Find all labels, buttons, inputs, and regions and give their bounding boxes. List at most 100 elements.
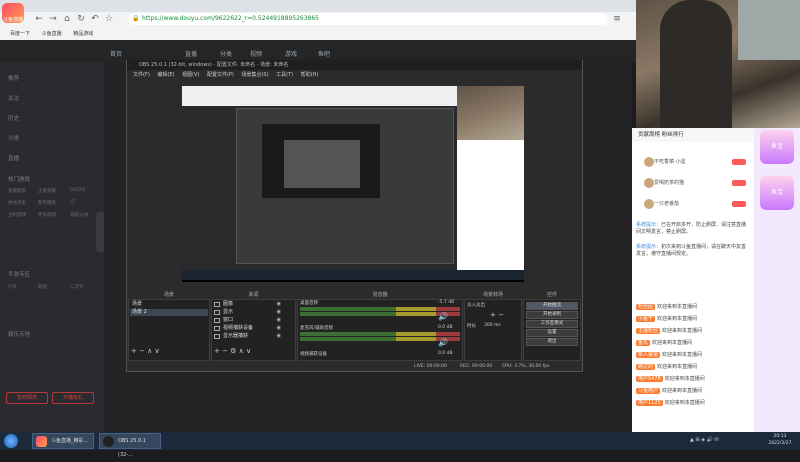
- chat-user[interactable]: 系统提示：: [636, 244, 661, 250]
- sidebar-item[interactable]: 历史: [8, 114, 19, 122]
- bookmark-item[interactable]: 百度一下: [10, 31, 30, 37]
- chat-user[interactable]: 路过的: [636, 364, 656, 370]
- add-transition-icon[interactable]: + −: [490, 311, 504, 319]
- chat-text: 欢迎来到本直播间: [657, 316, 698, 322]
- signin-button[interactable]: 签到领奖: [6, 392, 48, 404]
- settings-button[interactable]: 设置: [526, 329, 578, 337]
- live-status: LIVE: 00:00:00: [414, 364, 447, 369]
- menu-item[interactable]: 编辑(E): [157, 72, 174, 78]
- system-tray[interactable]: ▲ ⊞ ◈ 🔊 ✉: [690, 437, 750, 447]
- gift-promo[interactable]: 鱼宝: [760, 176, 794, 210]
- menu-item[interactable]: 帮助(H): [301, 72, 319, 78]
- taskbar-label: 斗鱼直播_精彩...: [51, 438, 89, 444]
- category-link[interactable]: 王者荣耀: [38, 188, 56, 194]
- nav-item[interactable]: 鱼吧: [318, 49, 330, 58]
- favorite-icon[interactable]: ☆: [104, 14, 114, 24]
- nav-item[interactable]: 直播: [185, 49, 197, 58]
- chat-user[interactable]: 新人报道: [636, 352, 661, 358]
- gift-promo[interactable]: 鱼宝: [760, 130, 794, 164]
- address-bar[interactable]: 🔒 https://www.douyu.com/9622622_r=0.52449…: [128, 13, 608, 25]
- category-link[interactable]: 英雄联盟: [8, 188, 26, 194]
- scene-item[interactable]: 场景: [130, 301, 208, 308]
- nav-item[interactable]: 视频: [250, 49, 262, 58]
- rank-row[interactable]: 不吃香菜-小星: [632, 154, 754, 170]
- streamer-figure: [660, 0, 732, 128]
- menu-item[interactable]: 文件(F): [133, 72, 150, 78]
- category-link[interactable]: CF: [70, 200, 76, 205]
- chat-user[interactable]: 主播粉丝: [636, 328, 661, 334]
- chat-header[interactable]: 贡献周榜 粉丝排行: [632, 128, 754, 142]
- start-button-icon[interactable]: [4, 434, 18, 448]
- source-item[interactable]: 显示 ◉: [213, 309, 293, 316]
- chat-message: 新人报道 欢迎来到本直播间: [636, 352, 750, 359]
- taskbar-item-obs[interactable]: OBS 25.0.1 (32-...: [99, 433, 161, 458]
- eye-icon[interactable]: ◉: [277, 309, 281, 316]
- category-link[interactable]: 穿越火线: [70, 212, 88, 218]
- menu-icon[interactable]: ≡: [612, 14, 622, 24]
- add-source-icon[interactable]: + − ⚙ ∧ ∨: [214, 347, 251, 355]
- chat-message: 粉丝团 欢迎来到本直播间: [636, 304, 750, 311]
- undo-icon[interactable]: ↶: [90, 14, 100, 24]
- category-link[interactable]: 颜值: [38, 284, 47, 290]
- chat-text: 欢迎来到本直播间: [662, 352, 703, 358]
- start-stream-button[interactable]: 开始推流: [526, 302, 578, 310]
- nav-item[interactable]: 游戏: [285, 49, 297, 58]
- menu-item[interactable]: 配置文件(P): [207, 72, 234, 78]
- category-link[interactable]: 二次元: [70, 284, 84, 290]
- category-link[interactable]: 户外: [8, 284, 17, 290]
- tab-bar[interactable]: [0, 0, 636, 12]
- bookmark-item[interactable]: 精品游戏: [73, 31, 93, 37]
- volume-icon[interactable]: 🔊: [438, 312, 448, 321]
- source-label: 视频捕获设备: [223, 325, 254, 331]
- chat-user[interactable]: 鱼丸: [636, 340, 651, 346]
- chat-user[interactable]: 小鱼干: [636, 316, 656, 322]
- home-icon[interactable]: ⌂: [62, 14, 72, 24]
- duration-input[interactable]: 300 ms: [484, 323, 501, 328]
- sidebar-item[interactable]: 推荐: [8, 74, 19, 82]
- add-scene-icon[interactable]: + − ∧ ∨: [131, 347, 160, 355]
- source-item[interactable]: 显示器捕获 ◉: [213, 333, 293, 340]
- sidebar-item[interactable]: 分类: [8, 134, 19, 142]
- studio-mode-button[interactable]: 工作室模式: [526, 320, 578, 328]
- chat-user[interactable]: 用户1125: [636, 400, 663, 406]
- category-link[interactable]: 怀旧游戏: [38, 212, 56, 218]
- exit-button[interactable]: 退出: [526, 338, 578, 346]
- chat-user[interactable]: 斗鱼用户: [636, 388, 661, 394]
- volume-icon[interactable]: 🔊: [438, 338, 448, 347]
- sidebar-collapse-handle[interactable]: [96, 212, 104, 252]
- menu-item[interactable]: 视图(V): [182, 72, 199, 78]
- sidebar-item[interactable]: 直播: [8, 154, 19, 162]
- scene-item-selected[interactable]: 场景 2: [130, 309, 208, 316]
- eye-icon[interactable]: ◉: [277, 301, 281, 308]
- back-icon[interactable]: ←: [34, 14, 44, 24]
- nav-item[interactable]: 首页: [110, 49, 122, 58]
- source-label: 窗口: [223, 317, 234, 323]
- category-link[interactable]: DOTA2: [70, 188, 85, 193]
- sidebar-item[interactable]: 关注: [8, 94, 19, 102]
- start-broadcast-button[interactable]: 开播有礼: [52, 392, 94, 404]
- category-link[interactable]: 绝地求生: [8, 200, 26, 206]
- refresh-icon[interactable]: ↻: [76, 14, 86, 24]
- bookmark-item[interactable]: 斗鱼直播: [42, 31, 62, 37]
- nav-item[interactable]: 分类: [220, 49, 232, 58]
- taskbar-item-browser[interactable]: 斗鱼直播_精彩...: [32, 433, 94, 449]
- rank-row[interactable]: 爱喝奶茶的猫: [632, 175, 754, 191]
- chat-user[interactable]: 粉丝团: [636, 304, 656, 310]
- rank-row[interactable]: 一只老番茄: [632, 196, 754, 212]
- category-link[interactable]: 主机游戏: [8, 212, 26, 218]
- eye-icon[interactable]: ◉: [277, 325, 281, 332]
- source-item[interactable]: 视频捕获设备 ◉: [213, 325, 293, 332]
- chat-user[interactable]: 系统提示：: [636, 222, 661, 228]
- forward-icon[interactable]: →: [48, 14, 58, 24]
- chat-user[interactable]: 用户5478: [636, 376, 663, 382]
- source-item[interactable]: 窗口 ◉: [213, 317, 293, 324]
- start-record-button[interactable]: 开始录制: [526, 311, 578, 319]
- transition-type[interactable]: 淡入淡出: [467, 302, 485, 308]
- menu-item[interactable]: 工具(T): [276, 72, 293, 78]
- eye-icon[interactable]: ◉: [277, 317, 281, 324]
- menu-item[interactable]: 场景集合(S): [241, 72, 268, 78]
- source-item[interactable]: 图像 ◉: [213, 301, 293, 308]
- clock[interactable]: 20:13 2022/3/27: [760, 433, 800, 449]
- eye-icon[interactable]: ◉: [277, 333, 281, 340]
- category-link[interactable]: 和平精英: [38, 200, 56, 206]
